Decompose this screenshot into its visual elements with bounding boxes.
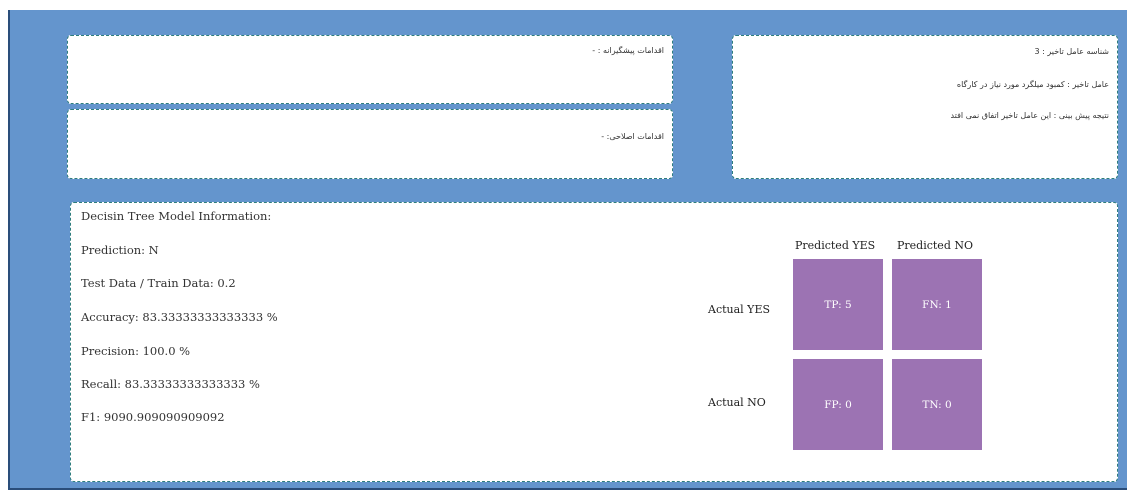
test-train-line: Test Data / Train Data: 0.2 (81, 276, 236, 290)
delay-factor-name: عامل تاخیر : کمبود میلگرد مورد نیاز در ک… (956, 80, 1109, 89)
delay-factor-id: شناسه عامل تاخیر : 3 (1034, 47, 1110, 56)
model-title: Decisin Tree Model Information: (81, 209, 272, 223)
preventive-actions-text: اقدامات پیشگیرانه : - (592, 46, 664, 55)
delay-factor-panel: شناسه عامل تاخیر : 3 عامل تاخیر : کمبود … (732, 35, 1118, 179)
header-predicted-yes: Predicted YES (795, 239, 876, 252)
cell-false-positive: FP: 0 (793, 359, 883, 450)
cell-true-negative: TN: 0 (892, 359, 982, 450)
preventive-actions-panel: اقدامات پیشگیرانه : - (67, 35, 673, 104)
precision-line: Precision: 100.0 % (81, 344, 191, 358)
prediction-result: نتیجه پیش بینی : این عامل تاخیر اتفاق نم… (950, 111, 1109, 120)
row-actual-yes: Actual YES (708, 303, 771, 316)
model-info-panel: Decisin Tree Model Information: Predicti… (70, 202, 1118, 482)
prediction-line: Prediction: N (81, 243, 159, 257)
cell-true-positive: TP: 5 (793, 259, 883, 350)
header-predicted-no: Predicted NO (897, 239, 974, 252)
cell-false-negative: FN: 1 (892, 259, 982, 350)
accuracy-line: Accuracy: 83.33333333333333 % (81, 310, 278, 324)
corrective-actions-text: اقدامات اصلاحی: - (601, 132, 664, 141)
page-frame: اقدامات پیشگیرانه : - اقدامات اصلاحی: - … (8, 10, 1127, 490)
corrective-actions-panel: اقدامات اصلاحی: - (67, 109, 673, 179)
f1-line: F1: 9090.909090909092 (81, 410, 225, 424)
recall-line: Recall: 83.33333333333333 % (81, 377, 260, 391)
row-actual-no: Actual NO (708, 396, 766, 409)
